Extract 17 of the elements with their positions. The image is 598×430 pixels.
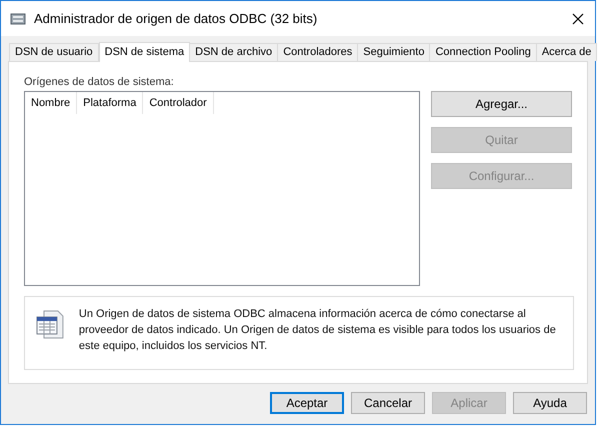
dialog-button[interactable]: Aceptar (270, 392, 344, 414)
info-text: Un Origen de datos de sistema ODBC almacena información acerca de cómo conectarse al proveedor de datos indicado. Un Origen de datos de sistema es visible para todos los usuarios de este equipo, incluidos los servicios NT. (78, 307, 557, 354)
column-header[interactable]: Plataforma (77, 92, 144, 114)
action-button[interactable]: Agregar... (431, 91, 572, 117)
list-label: Orígenes de datos de sistema: (24, 75, 175, 88)
dialog-button[interactable]: Cancelar (351, 392, 425, 414)
window-title: Administrador de origen de datos ODBC (32 bits) (34, 10, 318, 28)
table-document-icon (35, 309, 65, 341)
column-header[interactable]: Nombre (25, 92, 78, 114)
close-icon[interactable] (572, 12, 584, 24)
server-icon (10, 12, 26, 26)
tab[interactable]: DSN de sistema (98, 42, 190, 62)
dialog-button[interactable]: Ayuda (513, 392, 587, 414)
tab[interactable]: Acerca de (536, 43, 598, 61)
data-source-list[interactable]: Nombre Plataforma Controlador (24, 91, 420, 286)
column-header[interactable]: Controlador (143, 92, 214, 114)
tab[interactable]: DSN de usuario (9, 43, 99, 61)
